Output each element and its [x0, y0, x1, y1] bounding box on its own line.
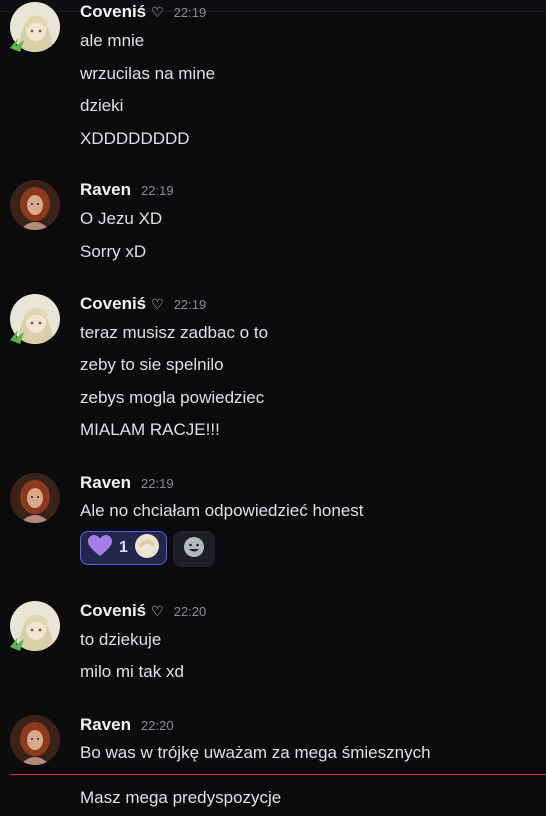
message-header: Raven 22:20	[80, 715, 174, 739]
message-header: Coveniś ♡ 22:19	[80, 2, 206, 26]
timestamp[interactable]: 22:19	[174, 5, 207, 20]
message-text: wrzucilas na mine	[80, 64, 216, 83]
message-header: Coveniś ♡ 22:20	[80, 601, 206, 625]
redhead-avatar-icon[interactable]	[10, 715, 60, 765]
message-text: Ale no chciałam odpowiedzieć honest	[80, 501, 364, 520]
message-text: to dziekuje	[80, 630, 162, 649]
message-text: O Jezu XD	[80, 209, 163, 228]
username[interactable]: Raven	[80, 715, 131, 735]
anime-avatar-icon[interactable]	[10, 2, 60, 52]
redhead-avatar-icon[interactable]	[10, 473, 60, 523]
timestamp[interactable]: 22:19	[174, 297, 207, 312]
reactor-avatar-icon	[134, 533, 160, 564]
message-text: Bo was w trójkę uważam za mega śmiesznyc…	[80, 743, 431, 762]
message-text: ale mnie	[80, 31, 145, 50]
message-text: dzieki	[80, 96, 124, 115]
message-text: zeby to sie spelnilo	[80, 355, 224, 374]
timestamp[interactable]: 22:19	[141, 476, 174, 491]
message-header: Raven 22:19	[80, 180, 174, 204]
heart-badge-icon: ♡	[151, 4, 164, 20]
reaction-button[interactable]: 1	[80, 531, 167, 565]
message-header: Coveniś ♡ 22:19	[80, 294, 206, 318]
username[interactable]: Coveniś	[80, 2, 146, 22]
message-text: zebys mogla powiedziec	[80, 388, 265, 407]
smiley-icon	[183, 536, 205, 563]
timestamp[interactable]: 22:20	[174, 604, 207, 619]
new-messages-divider	[10, 774, 546, 775]
anime-avatar-icon[interactable]	[10, 294, 60, 344]
username[interactable]: Raven	[80, 473, 131, 493]
heart-badge-icon: ♡	[151, 296, 164, 312]
reaction-count: 1	[119, 539, 128, 556]
reaction-bar: 1	[80, 531, 215, 567]
message-header: Raven 22:19	[80, 473, 174, 497]
timestamp[interactable]: 22:20	[141, 718, 174, 733]
chat-message-list[interactable]: Coveniś ♡ 22:19 ale mnie wrzucilas na mi…	[0, 0, 546, 816]
message-text: milo mi tak xd	[80, 662, 184, 681]
message-text: teraz musisz zadbac o to	[80, 323, 269, 342]
message-text: MIALAM RACJE!!!	[80, 420, 220, 439]
add-reaction-button[interactable]	[172, 531, 215, 567]
timestamp[interactable]: 22:19	[141, 183, 174, 198]
redhead-avatar-icon[interactable]	[10, 180, 60, 230]
username[interactable]: Raven	[80, 180, 131, 200]
message-text: Masz mega predyspozycje	[80, 788, 282, 807]
username[interactable]: Coveniś	[80, 294, 146, 314]
message-text: XDDDDDDDD	[80, 129, 190, 148]
message-text: Sorry xD	[80, 242, 147, 261]
anime-avatar-icon[interactable]	[10, 601, 60, 651]
heart-badge-icon: ♡	[151, 603, 164, 619]
username[interactable]: Coveniś	[80, 601, 146, 621]
purple-heart-icon	[87, 534, 113, 563]
